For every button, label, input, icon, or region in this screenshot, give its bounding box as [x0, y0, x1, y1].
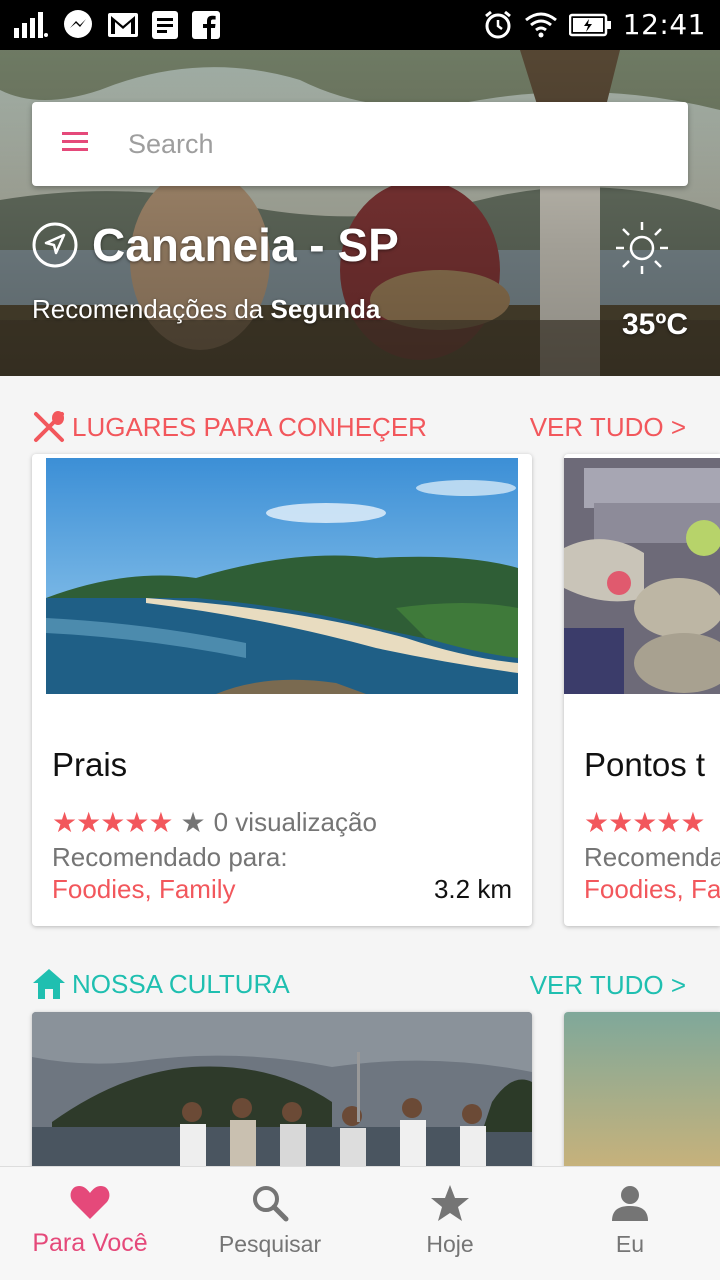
nav-label: Para Você — [32, 1229, 148, 1257]
status-bar: 12:41 — [0, 0, 720, 50]
recommended-tags: Foodies, Family — [52, 874, 236, 904]
fork-knife-icon — [34, 411, 64, 442]
landscape-photo — [564, 1012, 720, 1172]
nav-hoje[interactable]: Hoje — [360, 1167, 540, 1280]
location-row: Cananeia - SP — [32, 218, 399, 272]
recommendation-line: Recomendações da Segunda — [32, 294, 380, 325]
recommendation-prefix: Recomendações da — [32, 294, 264, 324]
wifi-icon — [524, 12, 557, 37]
place-card[interactable]: Prais ★★★★★ ★ 0 visualização Recomendado… — [32, 454, 532, 926]
home-icon — [33, 969, 65, 999]
location-arrow-icon — [32, 222, 78, 268]
menu-icon[interactable] — [62, 132, 88, 152]
search-bar[interactable] — [32, 102, 688, 186]
heart-icon — [70, 1186, 110, 1219]
card-title: Prais — [52, 746, 128, 783]
card-title: Pontos t — [584, 746, 706, 783]
seafood-photo — [564, 458, 720, 694]
star-rating-icon: ★★★★★ — [52, 807, 174, 838]
star-empty-icon: ★ — [180, 807, 206, 838]
see-all-places-link[interactable]: VER TUDO > — [530, 412, 686, 443]
temperature: 35ºC — [622, 308, 688, 341]
culture-card[interactable] — [32, 1012, 532, 1172]
bottom-navigation: Para Você Pesquisar Hoje Eu — [0, 1166, 720, 1280]
notes-icon — [152, 11, 178, 39]
section-title: NOSSA CULTURA — [72, 968, 290, 999]
nav-pesquisar[interactable]: Pesquisar — [180, 1167, 360, 1280]
signal-icon — [14, 12, 48, 38]
place-card[interactable]: Pontos t ★★★★★ Recomenda Foodies, Fa — [564, 454, 720, 926]
recommendation-day: Segunda — [270, 294, 381, 324]
alarm-icon — [484, 10, 511, 38]
section-header-culture: NOSSA CULTURA — [32, 968, 290, 1000]
rating-row: ★★★★★ — [584, 806, 706, 839]
hero-banner: Cananeia - SP Recomendações da Segunda 3… — [0, 50, 720, 376]
city-name: Cananeia - SP — [92, 219, 399, 271]
messenger-icon — [64, 10, 92, 38]
nav-label: Hoje — [426, 1231, 474, 1257]
sun-icon — [616, 222, 668, 274]
search-icon — [253, 1186, 289, 1222]
battery-icon — [568, 13, 611, 36]
facebook-icon — [192, 11, 220, 39]
star-icon — [431, 1185, 469, 1221]
nav-label: Pesquisar — [218, 1231, 322, 1257]
beach-photo — [46, 458, 518, 694]
recommended-label: Recomendado para: — [52, 842, 288, 872]
nav-eu[interactable]: Eu — [540, 1167, 720, 1280]
nav-para-voce[interactable]: Para Você — [0, 1167, 180, 1280]
star-rating-icon: ★★★★★ — [584, 807, 706, 838]
gmail-icon — [108, 13, 138, 37]
section-title: LUGARES PARA CONHEÇER — [72, 411, 427, 442]
distance: 3.2 km — [433, 874, 512, 904]
person-icon — [612, 1186, 648, 1221]
musicians-photo — [32, 1012, 532, 1172]
recommended-label: Recomenda — [584, 842, 720, 872]
see-all-culture-link[interactable]: VER TUDO > — [530, 970, 686, 1001]
clock: 12:41 — [622, 8, 706, 41]
recommended-tags: Foodies, Fa — [584, 874, 720, 904]
view-count: 0 visualização — [213, 807, 377, 837]
rating-row: ★★★★★ ★ 0 visualização — [52, 806, 377, 839]
nav-label: Eu — [615, 1231, 645, 1257]
search-input[interactable] — [128, 102, 668, 186]
culture-card[interactable] — [564, 1012, 720, 1172]
section-header-places: LUGARES PARA CONHEÇER — [32, 410, 427, 444]
hero-overlay — [0, 50, 720, 376]
